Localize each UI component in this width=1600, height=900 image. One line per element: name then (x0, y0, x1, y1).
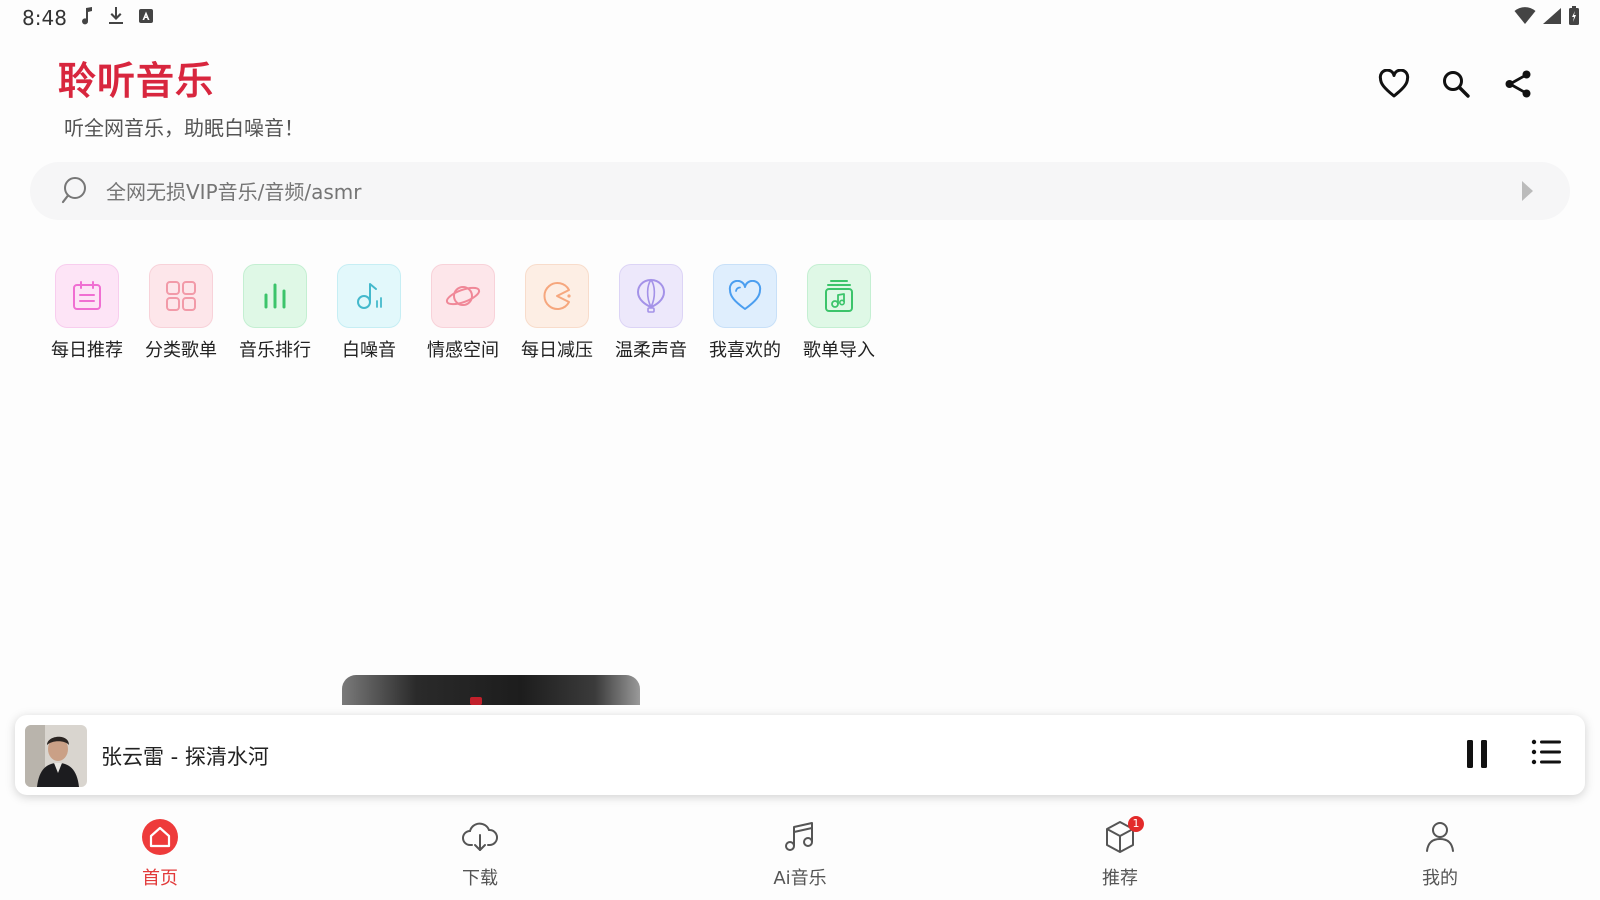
bar-chart-icon (264, 283, 286, 309)
tab-ai-music[interactable]: Ai音乐 (740, 818, 860, 890)
tab-label: 首页 (142, 868, 178, 889)
grid-icon (166, 281, 196, 311)
quick-link-label: 白噪音 (342, 340, 396, 361)
quick-link-icon-bg (149, 264, 213, 328)
status-bar: 8:48 (0, 0, 1600, 36)
quick-link-icon-bg (337, 264, 401, 328)
quick-link-label: 音乐排行 (239, 340, 311, 361)
status-time: 8:48 (22, 6, 67, 30)
share-button[interactable] (1502, 68, 1534, 100)
quick-link-label: 每日推荐 (51, 340, 123, 361)
playlist-import-icon (825, 280, 853, 312)
tab-download[interactable]: 下载 (420, 818, 540, 890)
quick-link-emotion-space[interactable]: 情感空间 (416, 264, 510, 362)
app-title: 聆听音乐 (58, 59, 215, 103)
album-cover-image (25, 725, 87, 787)
quick-link-my-favorites[interactable]: 我喜欢的 (698, 264, 792, 362)
quick-link-icon-bg (55, 264, 119, 328)
tab-profile[interactable]: 我的 (1380, 818, 1500, 890)
tab-label: 我的 (1422, 868, 1458, 889)
quick-links: 每日推荐 分类歌单 音乐排行 白噪音 情感空间 每日减压 温柔声音 我喜欢的 歌… (40, 264, 886, 362)
quick-link-icon-bg (431, 264, 495, 328)
user-icon (1426, 822, 1454, 852)
battery-icon (1569, 6, 1579, 25)
tab-home[interactable]: 首页 (100, 818, 220, 890)
quick-link-icon-bg (807, 264, 871, 328)
banner-preview-card[interactable] (342, 675, 640, 705)
quick-link-gentle-voice[interactable]: 温柔声音 (604, 264, 698, 362)
search-icon (1443, 71, 1470, 98)
cellular-signal-icon (1543, 8, 1561, 24)
quick-link-icon-bg (713, 264, 777, 328)
quick-link-white-noise[interactable]: 白噪音 (322, 264, 416, 362)
notification-badge: 1 (1128, 816, 1144, 832)
search-bar[interactable] (30, 162, 1570, 220)
pause-button[interactable] (1465, 739, 1489, 773)
quick-link-label: 歌单导入 (803, 340, 875, 361)
now-playing-title: 张云雷 - 探清水河 (101, 745, 269, 769)
quick-link-category-playlists[interactable]: 分类歌单 (134, 264, 228, 362)
pacman-icon (543, 282, 571, 310)
music-note-status-icon (82, 7, 92, 25)
quick-link-label: 我喜欢的 (709, 340, 781, 361)
header-actions (1378, 68, 1534, 100)
heart-icon (728, 280, 762, 310)
playlist-icon (1531, 739, 1561, 765)
search-go-arrow-icon[interactable] (1520, 180, 1534, 202)
quick-link-daily-recommend[interactable]: 每日推荐 (40, 264, 134, 362)
search-input[interactable] (104, 175, 1408, 209)
home-icon (142, 819, 178, 855)
music-note-icon (357, 283, 382, 309)
playlist-button[interactable] (1531, 739, 1561, 769)
banner-red-accent (470, 697, 482, 705)
quick-link-icon-bg (243, 264, 307, 328)
tab-label: 推荐 (1102, 868, 1138, 889)
balloon-icon (636, 278, 666, 313)
quick-link-label: 每日减压 (521, 340, 593, 361)
status-notifications (80, 6, 154, 26)
quick-link-icon-bg (525, 264, 589, 328)
download-status-icon (109, 7, 123, 24)
app-a-status-icon (139, 9, 153, 23)
tab-recommend[interactable]: 1 推荐 (1060, 816, 1180, 890)
search-icon (61, 177, 86, 204)
tab-label: Ai音乐 (773, 868, 827, 889)
quick-link-label: 分类歌单 (145, 340, 217, 361)
quick-link-icon-bg (619, 264, 683, 328)
quick-link-label: 温柔声音 (615, 340, 687, 361)
quick-link-music-charts[interactable]: 音乐排行 (228, 264, 322, 362)
music-notes-icon (785, 822, 813, 851)
mini-player[interactable]: 张云雷 - 探清水河 (15, 715, 1585, 795)
quick-link-import-playlist[interactable]: 歌单导入 (792, 264, 886, 362)
status-system-icons (1514, 6, 1580, 26)
calendar-icon (73, 281, 101, 310)
bottom-nav: 首页 下载 Ai音乐 1 推荐 我的 (0, 808, 1600, 900)
heart-outline-icon (1378, 69, 1410, 98)
planet-icon (445, 286, 481, 306)
quick-link-daily-relax[interactable]: 每日减压 (510, 264, 604, 362)
wifi-icon (1514, 7, 1536, 24)
search-button[interactable] (1440, 68, 1472, 100)
cloud-download-icon (462, 822, 498, 851)
share-icon (1505, 70, 1531, 98)
app-subtitle: 听全网音乐，助眠白噪音！ (64, 116, 304, 140)
album-cover[interactable] (25, 725, 87, 787)
pause-icon (1467, 740, 1487, 768)
quick-link-label: 情感空间 (427, 340, 499, 361)
tab-label: 下载 (462, 868, 498, 889)
favorite-button[interactable] (1378, 68, 1410, 100)
